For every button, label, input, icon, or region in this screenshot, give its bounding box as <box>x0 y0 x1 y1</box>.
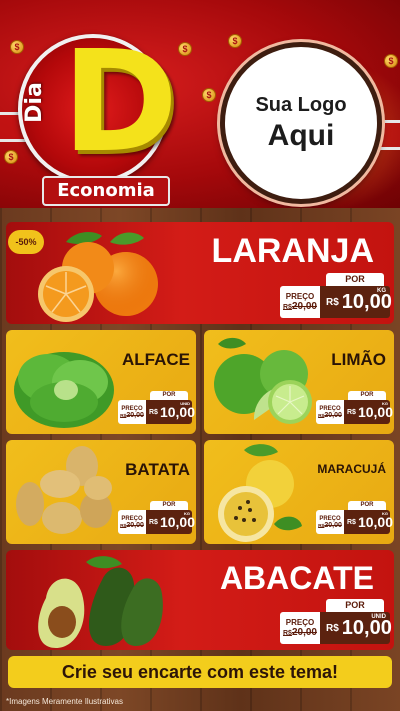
price-unit: KG <box>382 511 388 516</box>
old-price: R$20,00 <box>120 521 144 529</box>
currency: R$ <box>347 518 356 526</box>
price-unit: UNID <box>371 614 386 620</box>
new-price-box: POR R$ 10,00 KG <box>344 391 393 424</box>
product-name: ALFACE <box>122 350 190 369</box>
coin-icon: $ <box>202 88 216 102</box>
coin-icon: $ <box>384 54 398 68</box>
product-name: BATATA <box>125 460 190 479</box>
currency: R$ <box>326 622 339 634</box>
store-logo-line1: Sua Logo <box>255 93 347 116</box>
por-label: POR <box>150 391 188 400</box>
price-tag: PREÇO R$20,00 POR R$ 10,00 UNID <box>118 391 195 424</box>
price-value: 10,00 <box>159 514 195 530</box>
product-card-laranja: LARANJA PREÇO R$20,00 POR R$ 10,00 KG <box>6 222 394 324</box>
new-price-box: POR R$ 10,00 UNID <box>146 391 195 424</box>
header-banner: $ $ $ $ $ $ D Dia Economia Sua Logo Aqui <box>0 0 400 208</box>
product-name: LIMÃO <box>331 350 386 369</box>
price-tag: PREÇO R$20,00 POR R$ 10,00 KG <box>316 501 393 534</box>
store-logo-line2: Aqui <box>267 118 335 152</box>
por-label: POR <box>348 501 386 510</box>
new-price-box: POR R$ 10,00 KG <box>320 273 392 318</box>
old-price-box: PREÇO R$20,00 <box>316 400 344 424</box>
old-price-box: PREÇO R$20,00 <box>316 510 344 534</box>
discount-badge: -50% <box>8 230 44 254</box>
product-card-maracuja: MARACUJÁ PREÇO R$20,00 POR R$ 10,00 KG <box>204 440 394 544</box>
dia-d-logo-letter: D <box>62 21 179 184</box>
lime-image <box>214 337 312 424</box>
dia-d-logo-economia: Economia <box>42 176 170 206</box>
price-unit: KG <box>382 401 388 406</box>
currency: R$ <box>326 296 339 308</box>
price-tag: PREÇO R$20,00 POR R$ 10,00 UNID <box>280 599 392 644</box>
new-price-box: POR R$ 10,00 KG <box>344 501 393 534</box>
old-price: R$20,00 <box>120 411 144 419</box>
product-name: ABACATE <box>219 560 374 596</box>
lettuce-image <box>14 352 114 428</box>
preco-label: PREÇO <box>285 618 315 627</box>
dia-d-logo-dia: Dia <box>21 82 47 123</box>
product-card-abacate: ABACATE PREÇO R$20,00 POR R$ 10,00 UNID <box>6 550 394 650</box>
potato-image <box>16 446 112 534</box>
por-label: POR <box>150 501 188 510</box>
price-value: 10,00 <box>357 514 393 530</box>
price-tag: PREÇO R$20,00 POR R$ 10,00 KG <box>316 391 393 424</box>
old-price: R$20,00 <box>283 627 317 638</box>
currency: R$ <box>149 408 158 416</box>
old-price: R$20,00 <box>283 301 317 312</box>
price-value: 10,00 <box>159 404 195 420</box>
price-tag: PREÇO R$20,00 POR R$ 10,00 KG <box>280 273 392 318</box>
old-price-box: PREÇO R$20,00 <box>280 286 320 318</box>
coin-icon: $ <box>4 150 18 164</box>
product-name: MARACUJÁ <box>317 462 386 476</box>
old-price-box: PREÇO R$20,00 <box>280 612 320 644</box>
price-unit: KG <box>377 288 386 294</box>
product-name: LARANJA <box>211 232 374 270</box>
passion-fruit-image <box>218 444 302 542</box>
product-card-alface: ALFACE PREÇO R$20,00 POR R$ 10,00 UNID <box>6 330 196 434</box>
por-label: POR <box>348 391 386 400</box>
new-price-box: POR R$ 10,00 UNID <box>320 599 392 644</box>
currency: R$ <box>149 518 158 526</box>
old-price: R$20,00 <box>318 521 342 529</box>
price-tag: PREÇO R$20,00 POR R$ 10,00 KG <box>118 501 195 534</box>
price-value: 10,00 <box>357 404 393 420</box>
product-card-batata: BATATA PREÇO R$20,00 POR R$ 10,00 KG <box>6 440 196 544</box>
old-price-box: PREÇO R$20,00 <box>118 400 146 424</box>
por-label: POR <box>326 273 384 286</box>
currency: R$ <box>347 408 356 416</box>
old-price: R$20,00 <box>318 411 342 419</box>
old-price-box: PREÇO R$20,00 <box>118 510 146 534</box>
preco-label: PREÇO <box>285 292 315 301</box>
avocado-image <box>38 556 163 648</box>
disclaimer-text: *Imagens Meramente Ilustrativas <box>6 697 123 706</box>
price-unit: UNID <box>180 401 190 406</box>
cta-banner[interactable]: Crie seu encarte com este tema! <box>8 656 392 688</box>
new-price-box: POR R$ 10,00 KG <box>146 501 195 534</box>
coin-icon: $ <box>228 34 242 48</box>
store-logo-placeholder: Sua Logo Aqui <box>220 42 382 204</box>
coin-icon: $ <box>178 42 192 56</box>
por-label: POR <box>326 599 384 612</box>
product-card-limao: LIMÃO PREÇO R$20,00 POR R$ 10,00 KG <box>204 330 394 434</box>
price-unit: KG <box>184 511 190 516</box>
coin-icon: $ <box>10 40 24 54</box>
